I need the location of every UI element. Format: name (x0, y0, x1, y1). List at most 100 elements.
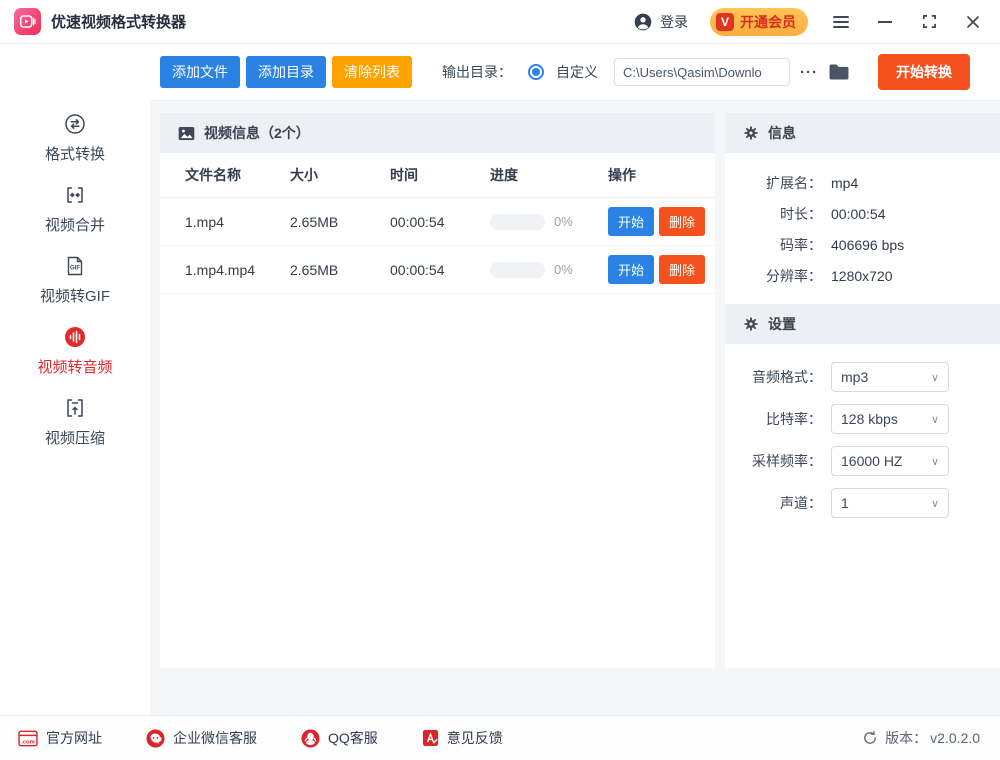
info-label: 时长： (780, 205, 822, 222)
website-icon: .com (18, 730, 38, 747)
feedback-link[interactable]: 意见反馈 (422, 728, 503, 748)
video-compress-icon (63, 396, 87, 420)
video-list-panel: 视频信息（2个） 文件名称 大小 时间 进度 操作 1.mp4 2.65MB 0… (160, 113, 715, 668)
vip-label: 开通会员 (740, 13, 796, 30)
table-row: 1.mp4.mp4 2.65MB 00:00:54 0% 开始 删除 (160, 246, 715, 294)
chevron-down-icon: ∨ (930, 455, 939, 468)
format-convert-icon (63, 112, 87, 136)
vip-icon: V (716, 12, 734, 31)
open-vip-button[interactable]: V 开通会员 (710, 7, 808, 36)
gear-icon (743, 316, 759, 332)
info-value: 406696 bps (831, 236, 905, 253)
wechat-service-icon (146, 728, 165, 748)
sidebar-item-label: 视频转音频 (37, 359, 113, 376)
maximize-button[interactable] (918, 11, 940, 33)
table-header-row: 文件名称 大小 时间 进度 操作 (160, 153, 715, 198)
info-list: 扩展名： mp4 时长： 00:00:54 码率： 406696 bps 分辨率： 12… (725, 153, 1000, 304)
setting-label: 比特率： (766, 411, 822, 427)
custom-radio-label: 自定义 (556, 64, 598, 80)
wechat-service-link[interactable]: 企业微信客服 (146, 728, 257, 748)
footer-link-label: 官方网址 (46, 730, 102, 746)
sample-rate-select[interactable]: 16000 HZ ∨ (831, 446, 949, 476)
progress-text: 0% (554, 214, 573, 229)
main-area: 添加文件 添加目录 清除列表 输出目录： 自定义 ··· 开始转换 视频信息（2… (150, 44, 1000, 715)
add-file-button[interactable]: 添加文件 (160, 56, 240, 88)
version-value: v2.0.2.0 (930, 730, 980, 746)
svg-text:.com: .com (21, 739, 35, 745)
info-value: 1280x720 (831, 267, 893, 284)
start-button[interactable]: 开始 (608, 207, 655, 236)
output-path-input[interactable] (614, 58, 790, 86)
svg-text:GIF: GIF (70, 266, 80, 272)
progress-bar (490, 213, 545, 230)
setting-label: 音频格式： (752, 369, 822, 385)
col-size: 大小 (290, 167, 318, 183)
custom-radio[interactable] (528, 64, 544, 80)
info-value: 00:00:54 (831, 205, 886, 222)
clear-list-button[interactable]: 清除列表 (332, 56, 412, 88)
info-value: mp4 (831, 174, 859, 191)
panel-title: 设置 (768, 316, 796, 332)
minimize-button[interactable] (874, 11, 896, 33)
cell-time: 00:00:54 (390, 213, 445, 230)
output-dir-label: 输出目录： (442, 64, 512, 80)
sidebar-item-video-compress[interactable]: 视频压缩 (0, 396, 150, 448)
audio-format-select[interactable]: mp3 ∨ (831, 362, 949, 392)
app-logo-icon (14, 8, 41, 35)
login-label: 登录 (660, 13, 688, 30)
start-convert-button[interactable]: 开始转换 (878, 54, 970, 90)
col-operation: 操作 (608, 167, 636, 183)
version-info: 版本： v2.0.2.0 (862, 728, 980, 748)
video-to-gif-icon: GIF (63, 254, 87, 278)
progress-bar (490, 261, 545, 278)
open-folder-icon[interactable] (828, 63, 850, 81)
qq-icon (301, 728, 320, 748)
progress-text: 0% (554, 262, 573, 277)
login-button[interactable]: 登录 (633, 12, 688, 32)
sidebar-item-label: 视频转GIF (40, 288, 110, 305)
sidebar-item-label: 视频合并 (44, 217, 105, 234)
footer-link-label: 意见反馈 (446, 730, 503, 746)
settings-list: 音频格式： mp3 ∨ 比特率： 128 kbps ∨ 采样频率： 16000 HZ… (725, 344, 1000, 524)
titlebar: 优速视频格式转换器 登录 V 开通会员 (0, 0, 1000, 44)
cell-time: 00:00:54 (390, 261, 445, 278)
app-title: 优速视频格式转换器 (51, 14, 187, 31)
delete-button[interactable]: 删除 (659, 255, 706, 284)
info-label: 码率： (780, 236, 822, 253)
sidebar-item-video-to-gif[interactable]: GIF 视频转GIF (0, 254, 150, 306)
video-info-icon (178, 126, 195, 141)
bitrate-select[interactable]: 128 kbps ∨ (831, 404, 949, 434)
col-progress: 进度 (490, 167, 518, 183)
video-merge-icon (63, 183, 87, 207)
channel-select[interactable]: 1 ∨ (831, 488, 949, 518)
sidebar-item-label: 视频压缩 (44, 430, 105, 447)
sidebar-item-label: 格式转换 (44, 146, 105, 163)
close-button[interactable] (962, 11, 984, 33)
browse-more-button[interactable]: ··· (796, 64, 822, 81)
sidebar: 格式转换 视频合并 GIF 视频转GIF 视频转音频 视频压缩 (0, 44, 150, 715)
add-directory-button[interactable]: 添加目录 (246, 56, 326, 88)
cell-filename: 1.mp4.mp4 (185, 261, 256, 278)
cell-filename: 1.mp4 (185, 213, 224, 230)
table-row: 1.mp4 2.65MB 00:00:54 0% 开始 删除 (160, 198, 715, 246)
col-time: 时间 (390, 167, 418, 183)
start-button[interactable]: 开始 (608, 255, 655, 284)
footer: .com 官方网址 企业微信客服 QQ客服 意见反馈 版本： v2.0.2.0 (0, 715, 1000, 760)
setting-label: 声道： (780, 495, 822, 511)
menu-icon[interactable] (830, 11, 852, 33)
video-to-audio-icon (63, 325, 87, 349)
official-website-link[interactable]: .com 官方网址 (18, 728, 102, 748)
footer-link-label: QQ客服 (328, 730, 378, 746)
sidebar-item-video-merge[interactable]: 视频合并 (0, 183, 150, 235)
col-filename: 文件名称 (185, 167, 241, 183)
cell-size: 2.65MB (290, 213, 339, 230)
chevron-down-icon: ∨ (930, 371, 939, 384)
sidebar-item-video-to-audio[interactable]: 视频转音频 (0, 325, 150, 377)
toolbar: 添加文件 添加目录 清除列表 输出目录： 自定义 ··· 开始转换 (150, 44, 1000, 101)
update-icon[interactable] (862, 730, 878, 746)
delete-button[interactable]: 删除 (659, 207, 706, 236)
qq-service-link[interactable]: QQ客服 (301, 728, 378, 748)
user-icon (633, 12, 653, 32)
chevron-down-icon: ∨ (930, 413, 939, 426)
sidebar-item-format-convert[interactable]: 格式转换 (0, 112, 150, 164)
